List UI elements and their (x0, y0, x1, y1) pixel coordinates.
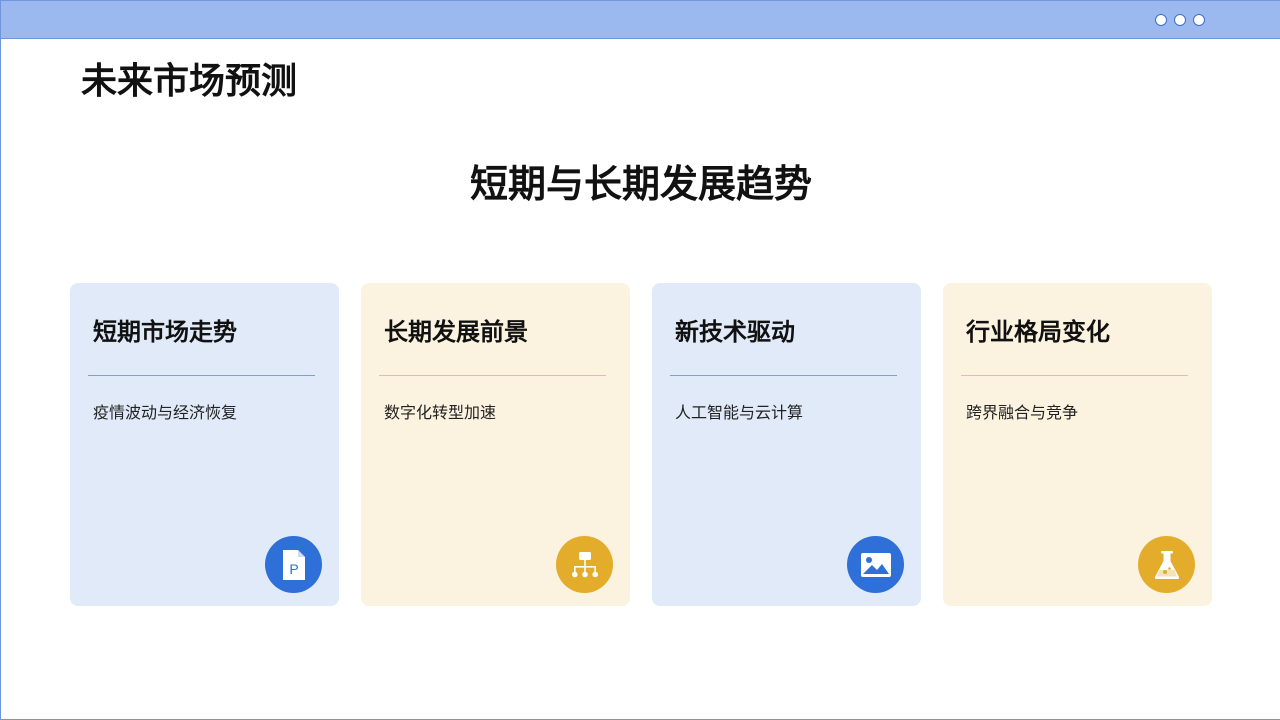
circle-icon[interactable] (1155, 14, 1167, 26)
top-bar (1, 0, 1280, 39)
card-text: 人工智能与云计算 (675, 403, 804, 422)
org-chart-icon (556, 536, 613, 593)
card-text: 数字化转型加速 (384, 403, 497, 422)
page-subtitle: 短期与长期发展趋势 (469, 162, 812, 206)
card-divider (961, 375, 1188, 376)
card-divider (379, 375, 606, 376)
card-title: 新技术驱动 (675, 318, 795, 346)
card-divider (88, 375, 315, 376)
powerpoint-document-icon: P (265, 536, 322, 593)
image-icon (847, 536, 904, 593)
circle-icon[interactable] (1193, 14, 1205, 26)
card-new-tech-drivers: 新技术驱动 人工智能与云计算 (652, 283, 921, 606)
card-list: 短期市场走势 疫情波动与经济恢复 P 长期发展前景 数字化转型加速 新技术驱动 … (70, 283, 1212, 606)
card-long-term-outlook: 长期发展前景 数字化转型加速 (361, 283, 630, 606)
card-short-term-trend: 短期市场走势 疫情波动与经济恢复 P (70, 283, 339, 606)
card-divider (670, 375, 897, 376)
card-text: 疫情波动与经济恢复 (93, 403, 238, 422)
page-title: 未来市场预测 (81, 61, 298, 102)
flask-icon (1138, 536, 1195, 593)
window-controls (1155, 14, 1205, 26)
card-title: 短期市场走势 (93, 318, 237, 346)
svg-text:P: P (289, 561, 298, 577)
card-industry-landscape: 行业格局变化 跨界融合与竞争 (943, 283, 1212, 606)
card-title: 长期发展前景 (384, 318, 528, 346)
circle-icon[interactable] (1174, 14, 1186, 26)
card-title: 行业格局变化 (966, 318, 1110, 346)
card-text: 跨界融合与竞争 (966, 403, 1079, 422)
slide: 未来市场预测 短期与长期发展趋势 短期市场走势 疫情波动与经济恢复 P 长期发展… (0, 0, 1280, 720)
